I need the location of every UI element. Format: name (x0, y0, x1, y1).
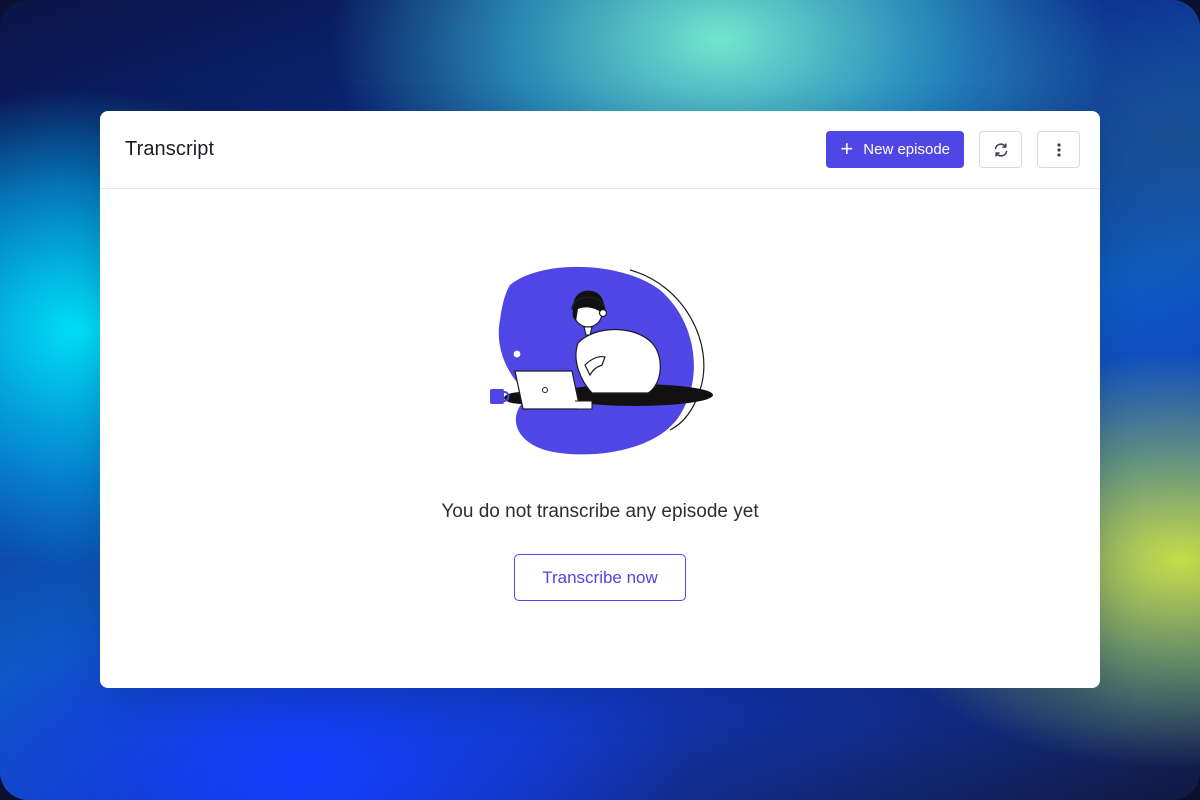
person-with-laptop-illustration (490, 266, 713, 455)
refresh-icon (994, 142, 1007, 157)
more-vertical-icon (1056, 142, 1061, 157)
transcribe-now-button[interactable]: Transcribe now (514, 554, 686, 601)
new-episode-button[interactable]: + New episode (826, 131, 964, 168)
transcript-panel: Transcript + New episode You do not tran… (100, 111, 1100, 688)
empty-state-message: You do not transcribe any episode yet (441, 501, 759, 522)
plus-icon: + (840, 135, 854, 161)
panel-header: Transcript + New episode (100, 111, 1100, 189)
empty-state: You do not transcribe any episode yet Tr… (100, 190, 1100, 688)
new-episode-label: New episode (863, 141, 950, 158)
page-title: Transcript (125, 138, 215, 160)
more-options-button[interactable] (1037, 131, 1080, 168)
refresh-button[interactable] (979, 131, 1022, 168)
